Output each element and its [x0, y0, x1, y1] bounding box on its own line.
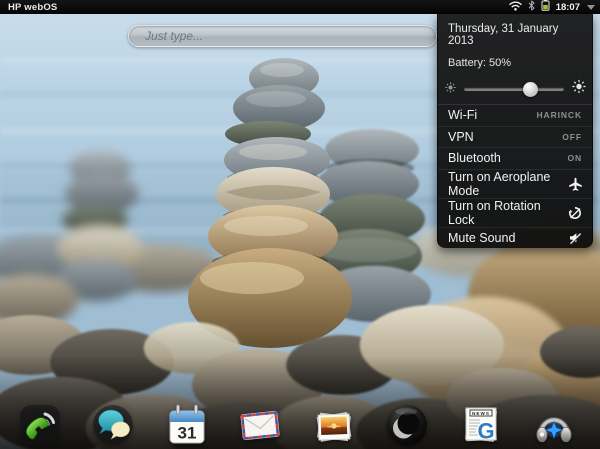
brightness-track[interactable]: [464, 87, 564, 91]
sphere-app-icon[interactable]: [384, 402, 430, 448]
battery-icon: [541, 0, 550, 16]
system-menu-list: Wi-Fi HARINCK VPN OFF Bluetooth ON Turn …: [438, 104, 592, 248]
system-menu-panel: Thursday, 31 January 2013 Battery: 50%: [437, 14, 593, 248]
date-label: Thursday, 31 January 2013: [438, 14, 592, 52]
brightness-high-icon: [572, 80, 586, 99]
calendar-day-label: 31: [178, 424, 197, 443]
news-app-icon[interactable]: NEWS G: [458, 402, 504, 448]
news-g-letter: G: [477, 419, 494, 444]
bluetooth-label: Bluetooth: [448, 151, 501, 165]
calendar-app-icon[interactable]: 31: [164, 402, 210, 448]
wifi-icon: [509, 0, 522, 16]
chevron-down-icon: [587, 5, 595, 10]
webos-screen: HP webOS 18:07: [0, 0, 600, 449]
menu-item-wifi[interactable]: Wi-Fi HARINCK: [438, 105, 592, 126]
bluetooth-value: ON: [567, 153, 582, 163]
airplane-icon: [569, 177, 582, 191]
status-bar: HP webOS 18:07: [0, 0, 600, 14]
battery-status-label: Battery: 50%: [438, 52, 592, 74]
brightness-low-icon: [445, 80, 456, 98]
search-input[interactable]: [128, 25, 437, 47]
brightness-knob[interactable]: [523, 82, 538, 97]
photos-app-icon[interactable]: [311, 402, 357, 448]
menu-item-mute-sound[interactable]: Mute Sound: [438, 227, 592, 249]
just-type-search: [128, 25, 437, 47]
menu-item-bluetooth[interactable]: Bluetooth ON: [438, 147, 592, 169]
vpn-label: VPN: [448, 130, 474, 144]
status-menu-button[interactable]: 18:07: [509, 0, 600, 14]
rotation-lock-icon: [568, 206, 582, 220]
wifi-value: HARINCK: [537, 110, 583, 120]
menu-item-rotation-lock[interactable]: Turn on Rotation Lock: [438, 198, 592, 227]
email-app-icon[interactable]: [237, 402, 283, 448]
quick-launch-dock: 31: [0, 401, 600, 449]
mute-speaker-icon: [568, 231, 582, 245]
bluetooth-icon: [528, 0, 535, 16]
news-banner-label: NEWS: [472, 411, 490, 416]
menu-item-vpn[interactable]: VPN OFF: [438, 126, 592, 148]
rotation-lock-label: Turn on Rotation Lock: [448, 199, 568, 227]
vpn-value: OFF: [562, 132, 582, 142]
menu-item-aeroplane-mode[interactable]: Turn on Aeroplane Mode: [438, 169, 592, 198]
mute-sound-label: Mute Sound: [448, 231, 515, 245]
brand-label: HP webOS: [0, 2, 57, 13]
music-app-icon[interactable]: [531, 402, 577, 448]
phone-app-icon[interactable]: [17, 402, 63, 448]
clock-label: 18:07: [556, 2, 580, 13]
brightness-slider: [438, 74, 592, 104]
messaging-app-icon[interactable]: [90, 402, 136, 448]
aeroplane-label: Turn on Aeroplane Mode: [448, 170, 569, 198]
wifi-label: Wi-Fi: [448, 108, 477, 122]
